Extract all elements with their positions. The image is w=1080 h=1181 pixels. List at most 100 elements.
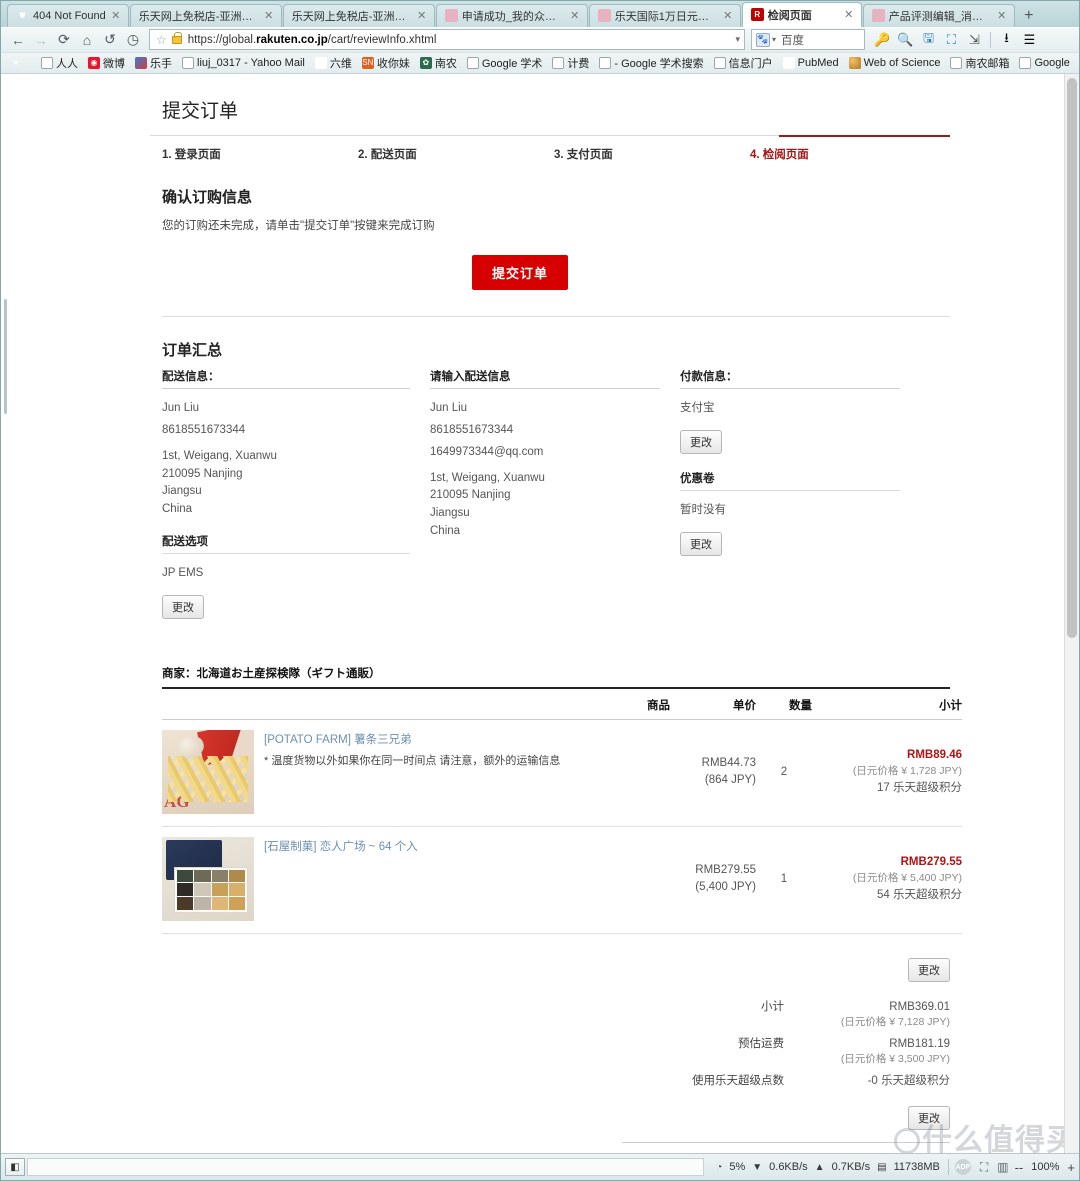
bookmark-item[interactable]: 南农邮箱	[945, 54, 1014, 72]
product-thumbnail-giftbox[interactable]	[162, 836, 254, 921]
billing-phone: 8618551673344	[430, 423, 514, 436]
home-icon[interactable]: ⌂	[76, 29, 98, 51]
total-row-shipping: 预估运费 RMB181.19	[162, 1035, 950, 1051]
browser-tab[interactable]: 乐天网上免税店-亚洲第... ✕	[282, 3, 435, 27]
bookmark-item[interactable]: 信息门户	[709, 54, 778, 72]
step-payment[interactable]: 3. 支付页面	[554, 146, 750, 162]
bookmark-item[interactable]: Web of Science	[844, 54, 946, 72]
browser-tab[interactable]: 乐天网上免税店-亚洲第... ✕	[129, 3, 282, 27]
browser-tab[interactable]: 申请成功_我的众测_... ✕	[435, 3, 588, 27]
bookmark-star-icon[interactable]: ☆	[156, 33, 167, 47]
rakuten-r-icon: R	[750, 8, 764, 22]
tab-close-icon[interactable]: ✕	[416, 9, 428, 22]
chevron-down-icon[interactable]: ▾	[735, 34, 740, 45]
chevron-down-icon[interactable]: ▾	[772, 35, 776, 44]
doc-icon	[182, 57, 194, 70]
bookmark-item[interactable]: Google 学术	[462, 54, 548, 72]
split-view-icon[interactable]: ▥	[997, 1160, 1008, 1174]
address-bar[interactable]: ☆ https://global.rakuten.co.jp/cart/revi…	[149, 29, 745, 51]
unit-price-rmb: RMB44.73	[701, 756, 756, 769]
total-row-points-used: 使用乐天超级点数 -0 乐天超级积分	[162, 1072, 950, 1088]
change-points-button[interactable]: 更改	[908, 1105, 950, 1130]
shipping-address: 1st, Weigang, Xuanwu 210095 Nanjing Jian…	[162, 449, 277, 516]
step-review[interactable]: 4. 检阅页面	[750, 146, 809, 162]
payment-method: 支付宝	[680, 402, 715, 415]
scrollbar-thumb[interactable]	[1067, 78, 1077, 639]
adblock-icon[interactable]: ADP	[954, 1159, 971, 1176]
bookmark-item[interactable]: 人人	[36, 54, 83, 72]
browser-tab[interactable]: 产品评测编辑_消费众... ✕	[862, 3, 1015, 27]
key-icon[interactable]: 🔑	[871, 29, 894, 51]
bookmark-item[interactable]: ◉ 微博	[83, 54, 130, 72]
search-refresh-icon[interactable]: 🔍	[894, 29, 917, 51]
url-text: https://global.rakuten.co.jp/cart/review…	[187, 33, 437, 46]
total-label: 小计	[761, 1000, 784, 1013]
billing-info-heading: 请输入配送信息	[430, 368, 660, 390]
checkout-steps: 1. 登录页面 2. 配送页面 3. 支付页面 4. 检阅页面	[150, 135, 950, 170]
billing-info-column: 请输入配送信息 Jun Liu 8618551673344 1649973344…	[430, 368, 680, 619]
bookmark-item[interactable]: 计费	[547, 54, 594, 72]
menu-icon[interactable]: ☰	[1018, 29, 1041, 51]
bookmark-label: 南农	[434, 58, 457, 71]
total-change-row: 更改	[162, 1096, 950, 1130]
bookmark-item[interactable]: liuj_0317 - Yahoo Mail	[177, 54, 310, 72]
forward-icon[interactable]: →	[30, 29, 52, 51]
change-shipping-button[interactable]: 更改	[162, 594, 204, 619]
tab-close-icon[interactable]: ✕	[263, 9, 275, 22]
change-coupon-button[interactable]: 更改	[680, 531, 722, 556]
pin-icon[interactable]: ⇲	[963, 29, 986, 51]
unit-price-rmb: RMB279.55	[695, 863, 756, 876]
step-login[interactable]: 1. 登录页面	[162, 146, 358, 162]
product-name-link[interactable]: [石屋制菓] 恋人广场 ~ 64 个入	[264, 839, 670, 855]
payment-info-heading: 付款信息：	[680, 368, 900, 390]
screenshot-icon[interactable]: ⛶	[940, 29, 963, 51]
baidu-icon: 🐾	[756, 32, 770, 47]
zoom-out-button[interactable]: --	[1015, 1160, 1024, 1175]
new-tab-button[interactable]: +	[1016, 5, 1042, 27]
step-shipping[interactable]: 2. 配送页面	[358, 146, 554, 162]
bookmark-item[interactable]: ★	[5, 54, 30, 72]
product-name-link[interactable]: [POTATO FARM] 薯条三兄弟	[264, 732, 670, 748]
fries-photo-detail	[175, 732, 207, 762]
shipping-info-heading: 配送信息：	[162, 368, 410, 390]
change-payment-button[interactable]: 更改	[680, 429, 722, 454]
wos-icon	[848, 57, 861, 70]
tab-close-icon[interactable]: ✕	[110, 9, 122, 22]
shou-icon: SN	[361, 57, 374, 70]
download-icon[interactable]: ⭳	[995, 29, 1018, 51]
browser-tab[interactable]: ⛊ 404 Not Found ✕	[7, 3, 129, 27]
tab-title: 申请成功_我的众测_...	[461, 10, 565, 23]
fullscreen-icon[interactable]: ⛶	[980, 1160, 988, 1175]
browser-tab[interactable]: 乐天国际1万日元优... ✕	[588, 3, 741, 27]
change-items-button[interactable]: 更改	[908, 957, 950, 982]
bookmark-item[interactable]: Google	[1014, 54, 1074, 72]
bookmark-item[interactable]: ✿ 南农	[415, 54, 462, 72]
save-page-icon[interactable]: 🖫	[917, 29, 940, 51]
earned-points: 54 乐天超级积分	[877, 888, 962, 901]
product-thumbnail-fries[interactable]: AG	[162, 729, 254, 814]
bookmark-item[interactable]: - Google 学术搜索	[594, 54, 708, 72]
browser-tab-active[interactable]: R 检阅页面 ✕	[741, 1, 862, 27]
bookmark-label: Google	[1034, 57, 1070, 70]
undo-icon[interactable]: ↺	[99, 29, 121, 51]
bookmarks-bar: ★ 人人 ◉ 微博 乐手 liuj_0317 - Yahoo Mail 6V 六维 …	[1, 52, 1079, 74]
pubmed-icon: ⧖	[782, 57, 795, 70]
reload-icon[interactable]: ⟳	[53, 29, 75, 51]
bookmark-item[interactable]: ⧖ PubMed	[778, 54, 844, 72]
tab-close-icon[interactable]: ✕	[843, 8, 855, 21]
total-subnote: (日元价格 ¥ 3,500 JPY)	[840, 1052, 950, 1065]
tab-close-icon[interactable]: ✕	[722, 9, 734, 22]
total-label: 预估运费	[738, 1037, 784, 1050]
zoom-in-button[interactable]: +	[1067, 1160, 1075, 1175]
back-icon[interactable]: ←	[7, 29, 29, 51]
search-box[interactable]: 🐾 ▾ 百度	[751, 29, 865, 51]
page-scrollbar[interactable]	[1064, 74, 1079, 1154]
sidebar-toggle-icon[interactable]: ◧	[5, 1158, 25, 1177]
tab-close-icon[interactable]: ✕	[996, 9, 1008, 22]
tab-close-icon[interactable]: ✕	[569, 9, 581, 22]
bookmark-item[interactable]: 乐手	[130, 54, 177, 72]
history-icon[interactable]: ◷	[122, 29, 144, 51]
submit-order-button[interactable]: 提交订单	[471, 255, 568, 291]
bookmark-item[interactable]: SN 收你妹	[357, 54, 415, 72]
bookmark-item[interactable]: 6V 六维	[310, 54, 357, 72]
